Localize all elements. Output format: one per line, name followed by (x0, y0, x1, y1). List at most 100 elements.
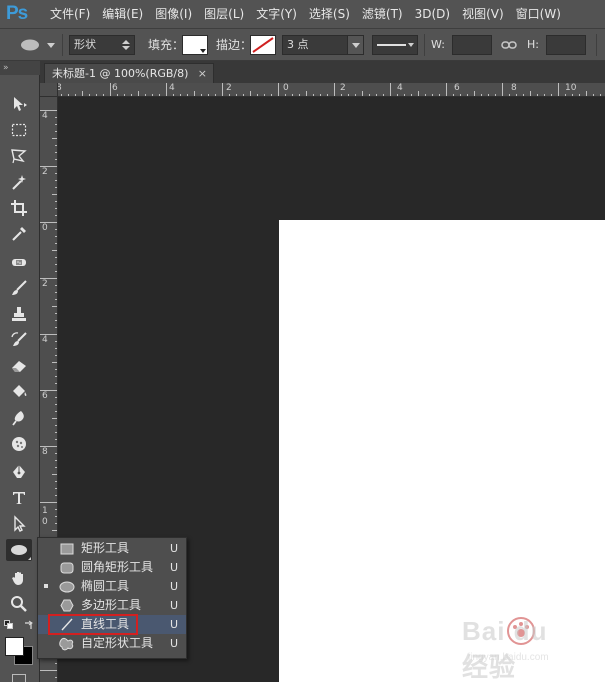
hand-tool[interactable] (6, 567, 32, 589)
flyout-item-rectangle[interactable]: 矩形工具 U (38, 539, 186, 558)
blur-tool[interactable] (6, 407, 32, 429)
document-tab-bar: 未标题-1 @ 100%(RGB/8) × (40, 61, 605, 83)
flyout-item-polygon[interactable]: 多边形工具 U (38, 596, 186, 615)
photoshop-logo: Ps (6, 3, 28, 24)
menu-edit[interactable]: 编辑(E) (96, 0, 149, 29)
history-brush-icon (11, 332, 27, 346)
width-label: W: (431, 38, 445, 51)
eraser-tool[interactable] (6, 355, 32, 377)
document-tab[interactable]: 未标题-1 @ 100%(RGB/8) × (44, 63, 214, 83)
toolbox: » (0, 61, 40, 682)
height-field[interactable] (546, 35, 586, 55)
stroke-width-dropdown[interactable] (347, 36, 363, 54)
pen-tool[interactable] (6, 461, 32, 483)
stroke-swatch[interactable] (250, 35, 276, 55)
flyout-item-ellipse[interactable]: 椭圆工具 U (38, 577, 186, 596)
menu-filter[interactable]: 滤镜(T) (356, 0, 409, 29)
baidu-watermark: Bai du 经验 jingyan.baidu.com (462, 608, 582, 682)
ruler-label: 4 (42, 335, 48, 345)
height-label: H: (527, 38, 539, 51)
rounded-rectangle-icon (58, 560, 76, 575)
stamp-icon (12, 307, 26, 321)
ruler-label: 10 (565, 83, 577, 93)
current-tool-bullet (44, 584, 48, 588)
clone-stamp-tool[interactable] (6, 303, 32, 325)
marquee-tool[interactable] (6, 119, 32, 141)
polygon-icon (58, 598, 76, 613)
tool-preset-picker[interactable] (14, 36, 58, 54)
stroke-width-value: 3 点 (287, 38, 309, 51)
menu-file[interactable]: 文件(F) (44, 0, 96, 29)
flyout-item-shortcut: U (170, 637, 179, 650)
horizontal-ruler[interactable]: 8 6 4 2 0 2 4 6 8 10 (40, 83, 605, 97)
ruler-label: 2 (42, 279, 48, 289)
link-icon[interactable] (501, 39, 517, 51)
divider (424, 34, 425, 56)
lasso-tool[interactable] (6, 145, 32, 167)
ellipse-tool[interactable] (6, 539, 32, 561)
flyout-item-shortcut: U (170, 561, 179, 574)
shape-mode-select[interactable]: 形状 (69, 35, 135, 55)
flyout-item-shortcut: U (170, 618, 179, 631)
annotation-highlight-box (48, 614, 138, 635)
flyout-item-rounded-rectangle[interactable]: 圆角矩形工具 U (38, 558, 186, 577)
menu-layer[interactable]: 图层(L) (198, 0, 250, 29)
menu-bar: Ps 文件(F) 编辑(E) 图像(I) 图层(L) 文字(Y) 选择(S) 滤… (0, 0, 605, 29)
no-color-slash-icon (252, 37, 274, 53)
magic-wand-icon (12, 175, 26, 190)
collapse-toolbox-icon[interactable]: » (0, 61, 40, 75)
menu-window[interactable]: 窗口(W) (510, 0, 567, 29)
quick-mask-icon[interactable] (12, 674, 26, 682)
fill-label: 填充： (148, 38, 185, 52)
divider (596, 34, 597, 56)
history-brush-tool[interactable] (6, 329, 32, 351)
eyedropper-tool[interactable] (6, 223, 32, 245)
brush-tool[interactable] (6, 277, 32, 299)
brush-icon (12, 280, 27, 295)
ruler-origin[interactable] (40, 83, 58, 97)
swap-colors-icon[interactable] (24, 620, 34, 630)
width-field[interactable] (452, 35, 492, 55)
close-icon[interactable]: × (198, 64, 207, 83)
ruler-label: 2 (226, 83, 232, 93)
menu-view[interactable]: 视图(V) (456, 0, 510, 29)
hand-icon (12, 572, 23, 585)
healing-brush-tool[interactable] (6, 251, 32, 273)
ruler-label: 8 (511, 83, 517, 93)
crop-icon (11, 200, 27, 216)
flyout-item-label: 自定形状工具 (81, 636, 154, 650)
shape-mode-value: 形状 (74, 38, 96, 51)
ruler-label: 8 (42, 447, 48, 457)
menu-image[interactable]: 图像(I) (149, 0, 198, 29)
type-tool[interactable] (6, 487, 32, 509)
menu-3d[interactable]: 3D(D) (409, 0, 456, 29)
stroke-type-select[interactable] (372, 35, 418, 55)
ruler-label: 4 (169, 83, 175, 93)
flyout-item-custom-shape[interactable]: 自定形状工具 U (38, 634, 186, 653)
watermark-url: jingyan.baidu.com (468, 652, 549, 663)
path-selection-tool[interactable] (6, 513, 32, 535)
paint-bucket-tool[interactable] (6, 381, 32, 403)
default-colors-icon[interactable] (4, 620, 14, 630)
stroke-width-field[interactable]: 3 点 (282, 35, 364, 55)
move-tool[interactable] (6, 93, 32, 115)
crop-tool[interactable] (6, 197, 32, 219)
zoom-tool[interactable] (6, 593, 32, 615)
shape-tools-flyout: 矩形工具 U 圆角矩形工具 U 椭圆工具 U 多边形工具 U 直线工具 U 自定… (37, 537, 187, 659)
ruler-label: 2 (340, 83, 346, 93)
dodge-tool[interactable] (6, 433, 32, 455)
ruler-label: 6 (112, 83, 118, 93)
magic-wand-tool[interactable] (6, 171, 32, 193)
menu-select[interactable]: 选择(S) (303, 0, 356, 29)
magnifier-icon (11, 596, 27, 612)
rectangle-icon (58, 541, 76, 556)
ruler-label: 0 (42, 223, 48, 233)
flyout-item-shortcut: U (170, 580, 179, 593)
divider (62, 34, 63, 56)
menu-type[interactable]: 文字(Y) (250, 0, 303, 29)
ruler-label: 2 (42, 167, 48, 177)
fill-swatch[interactable] (182, 35, 208, 55)
foreground-color-swatch[interactable] (5, 637, 24, 656)
line-style-icon (377, 43, 414, 47)
ruler-label: 6 (42, 391, 48, 401)
